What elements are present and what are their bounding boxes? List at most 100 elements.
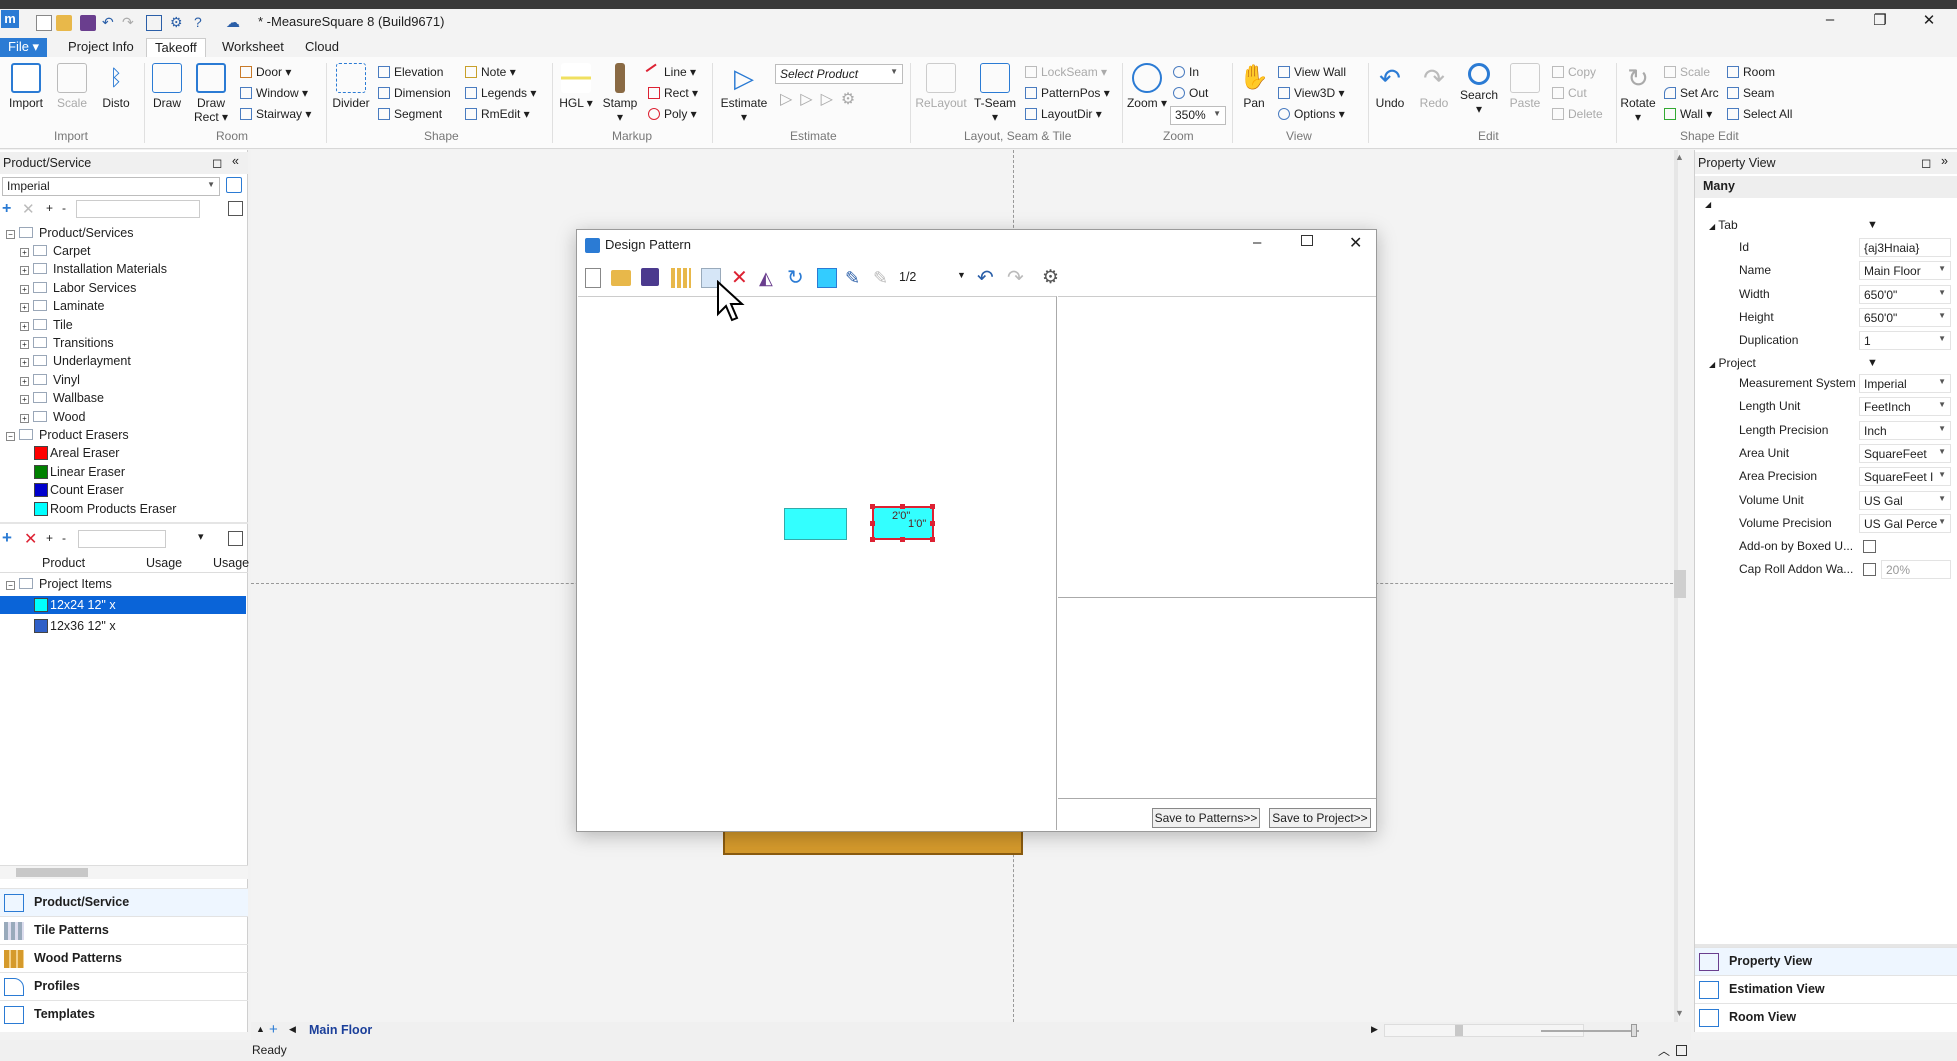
property-value[interactable]: Imperial ▼ <box>1859 374 1951 393</box>
copy-button[interactable]: Copy <box>1552 63 1596 81</box>
search-button[interactable]: Search ▾ <box>1458 63 1500 116</box>
save-icon[interactable] <box>80 15 96 31</box>
tree-item-category[interactable]: + Wood <box>20 408 85 426</box>
pattern-design-area[interactable]: 2'0" 1'0" <box>578 296 1057 830</box>
pattern-tile[interactable] <box>784 508 847 540</box>
expand-icon[interactable]: + <box>20 284 29 294</box>
minimize-button[interactable]: – <box>1815 11 1845 28</box>
note-button[interactable]: Note ▾ <box>465 63 516 81</box>
tree-item-category[interactable]: + Installation Materials <box>20 260 167 278</box>
open-folder-icon[interactable] <box>611 270 631 286</box>
seam-button[interactable]: Seam <box>1727 84 1774 102</box>
file-menu[interactable]: File ▾ <box>0 38 48 57</box>
property-value[interactable]: 650'0" ▼ <box>1859 284 1951 304</box>
stairway-button[interactable]: Stairway ▾ <box>240 105 311 123</box>
window-icon[interactable] <box>1676 1045 1687 1056</box>
help-icon[interactable]: ? <box>194 15 210 31</box>
collapse-panel-button[interactable]: « <box>232 154 239 168</box>
expand-icon[interactable]: + <box>20 358 29 368</box>
sort-icon[interactable]: ▾ <box>198 530 204 543</box>
rotate-icon[interactable]: ↻ <box>787 268 807 288</box>
grid-view-icon[interactable] <box>228 531 243 546</box>
nav-tile-patterns[interactable]: Tile Patterns <box>0 916 248 944</box>
delete-icon[interactable]: ✕ <box>22 200 35 218</box>
property-row[interactable]: Width 650'0" ▼ <box>1695 283 1957 306</box>
grid-view-icon[interactable] <box>228 201 243 216</box>
property-row[interactable]: Volume Unit US Gal ▼ <box>1695 489 1957 512</box>
next-floor-icon[interactable]: ▶ <box>1371 1024 1378 1035</box>
tree-item-category[interactable]: + Transitions <box>20 334 114 352</box>
select-product-dropdown[interactable]: Select Product ▼ <box>775 64 903 84</box>
legends-button[interactable]: Legends ▾ <box>465 84 536 102</box>
nav-room-view[interactable]: Room View <box>1695 1003 1957 1031</box>
property-value[interactable]: Inch ▼ <box>1859 420 1951 440</box>
scrollbar-thumb[interactable] <box>1455 1025 1463 1036</box>
property-checkbox[interactable] <box>1863 563 1876 577</box>
mirror-icon[interactable]: ◭ <box>759 268 779 288</box>
tree-root-erasers[interactable]: − Product Erasers <box>6 426 129 444</box>
property-row[interactable]: Volume Precision US Gal Perce ▼ <box>1695 512 1957 535</box>
project-search-input[interactable] <box>78 530 166 548</box>
property-row[interactable]: Cap Roll Addon Wa... 20% <box>1695 558 1957 581</box>
column-product[interactable]: Product <box>42 556 85 570</box>
relayout-button[interactable]: ReLayout <box>914 63 968 110</box>
property-value[interactable]: 1 ▼ <box>1859 331 1951 351</box>
restore-button[interactable]: ❐ <box>1865 11 1895 29</box>
zoom-button[interactable]: Zoom ▾ <box>1126 63 1168 110</box>
expand-icon[interactable]: + <box>20 321 29 331</box>
tree-item-eraser[interactable]: Linear Eraser <box>34 463 125 481</box>
view3d-button[interactable]: View3D ▾ <box>1278 84 1345 102</box>
property-value[interactable]: US Gal ▼ <box>1859 490 1951 510</box>
resize-handle[interactable] <box>900 537 905 542</box>
filter-icon[interactable]: ▼ <box>1867 357 1878 369</box>
open-folder-icon[interactable] <box>56 15 72 31</box>
float-panel-button[interactable]: ◻ <box>212 155 222 170</box>
nav-wood-patterns[interactable]: Wood Patterns <box>0 944 248 972</box>
grid-icon[interactable] <box>671 268 691 288</box>
options-button[interactable]: Options ▾ <box>1278 105 1345 123</box>
brush-disabled-icon[interactable]: ✎ <box>873 268 893 288</box>
zoom-slider-thumb[interactable] <box>1631 1024 1637 1037</box>
tree-item-category[interactable]: + Tile <box>20 316 73 334</box>
zoom-slider[interactable] <box>1541 1030 1639 1032</box>
property-row[interactable]: Area Precision SquareFeet I ▼ <box>1695 465 1957 488</box>
expand-icon[interactable]: + <box>20 266 29 276</box>
property-row[interactable]: Height 650'0" ▼ <box>1695 306 1957 329</box>
redo-button[interactable]: ↷ Redo <box>1416 63 1452 110</box>
brush-icon[interactable]: ✎ <box>845 268 865 288</box>
resize-handle[interactable] <box>900 504 905 509</box>
rotate-button[interactable]: ↻ Rotate ▾ <box>1620 63 1656 124</box>
view-wall-button[interactable]: View Wall <box>1278 63 1346 81</box>
property-row[interactable]: Area Unit SquareFeet ▼ <box>1695 442 1957 465</box>
property-value[interactable]: US Gal Perce ▼ <box>1859 513 1951 533</box>
delete-button[interactable]: Delete <box>1552 105 1603 123</box>
poly-button[interactable]: Poly ▾ <box>648 105 697 123</box>
estimate-button[interactable]: ▷ Estimate ▾ <box>716 63 772 124</box>
resize-handle[interactable] <box>870 504 875 509</box>
tree-item-category[interactable]: + Vinyl <box>20 371 80 389</box>
nav-estimation-view[interactable]: Estimation View <box>1695 975 1957 1003</box>
print-icon[interactable] <box>146 15 162 31</box>
add-floor-icon[interactable]: + <box>269 1021 278 1038</box>
app-logo[interactable]: m <box>1 10 19 28</box>
property-value[interactable]: SquareFeet ▼ <box>1859 443 1951 463</box>
new-file-icon[interactable] <box>36 15 52 31</box>
canvas-scroll-up-icon[interactable]: ▲ <box>1675 152 1684 162</box>
resize-handle[interactable] <box>930 504 935 509</box>
disto-button[interactable]: ᛒ Disto <box>96 63 136 110</box>
segment-button[interactable]: Segment <box>378 105 442 123</box>
room-button[interactable]: Room <box>1727 63 1775 81</box>
dimension-button[interactable]: Dimension <box>378 84 451 102</box>
property-value[interactable]: Main Floor ▼ <box>1859 261 1951 281</box>
cloud-icon[interactable]: ☁ <box>226 15 242 31</box>
expand-icon[interactable]: + <box>46 531 53 545</box>
zoom-out-button[interactable]: Out <box>1173 84 1208 102</box>
floor-board-shape[interactable] <box>723 828 1023 855</box>
undo-icon[interactable]: ↶ <box>102 15 118 31</box>
cut-button[interactable]: Cut <box>1552 84 1587 102</box>
resize-handle[interactable] <box>870 537 875 542</box>
add-icon[interactable]: + <box>2 200 11 218</box>
pattern-tile-selected[interactable]: 2'0" 1'0" <box>870 504 935 542</box>
nav-property-view[interactable]: Property View <box>1695 947 1957 975</box>
scale-shape-button[interactable]: Scale <box>1664 63 1710 81</box>
